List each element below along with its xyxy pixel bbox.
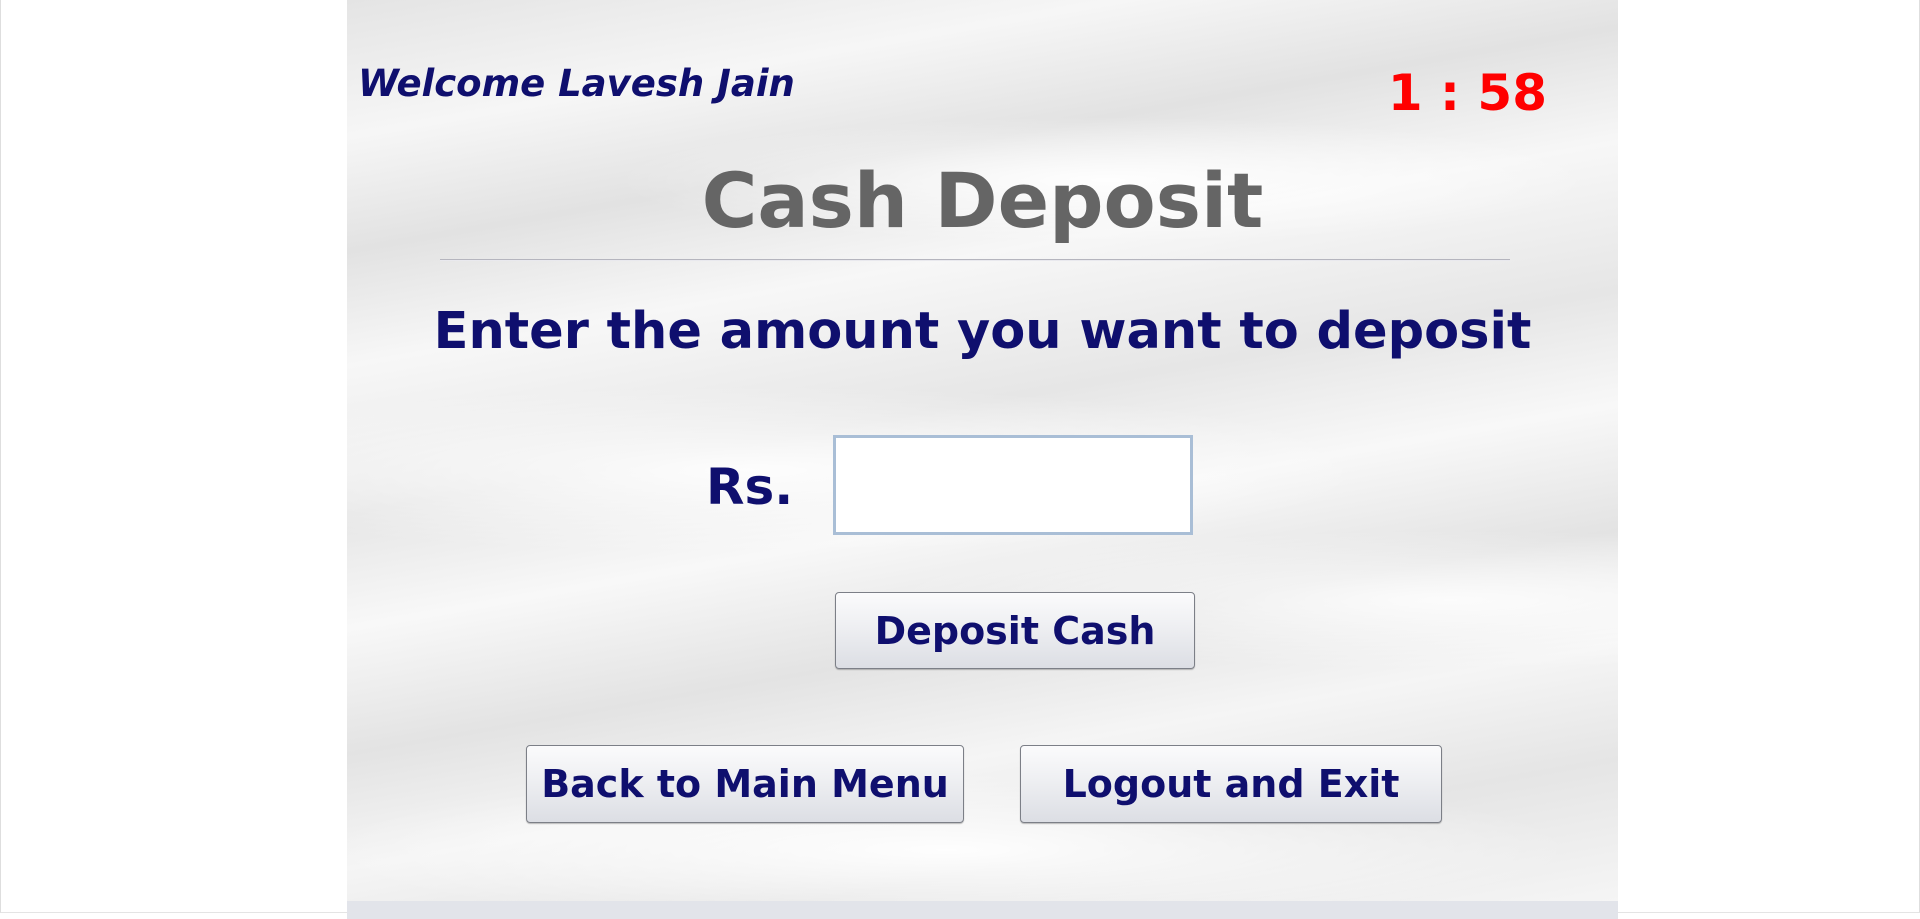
session-timer: 1 : 58 <box>1387 64 1547 122</box>
amount-input[interactable] <box>833 435 1193 535</box>
back-to-main-menu-button[interactable]: Back to Main Menu <box>526 745 964 823</box>
panel-footer-bar <box>347 901 1618 919</box>
currency-label: Rs. <box>706 458 794 516</box>
logout-and-exit-button[interactable]: Logout and Exit <box>1020 745 1442 823</box>
deposit-cash-button[interactable]: Deposit Cash <box>835 592 1195 669</box>
welcome-message: Welcome Lavesh Jain <box>358 62 795 105</box>
deposit-instruction: Enter the amount you want to deposit <box>433 302 1532 361</box>
page-title: Cash Deposit <box>701 156 1264 245</box>
title-divider <box>440 259 1510 261</box>
atm-panel: Welcome Lavesh Jain 1 : 58 Cash Deposit … <box>347 0 1618 919</box>
